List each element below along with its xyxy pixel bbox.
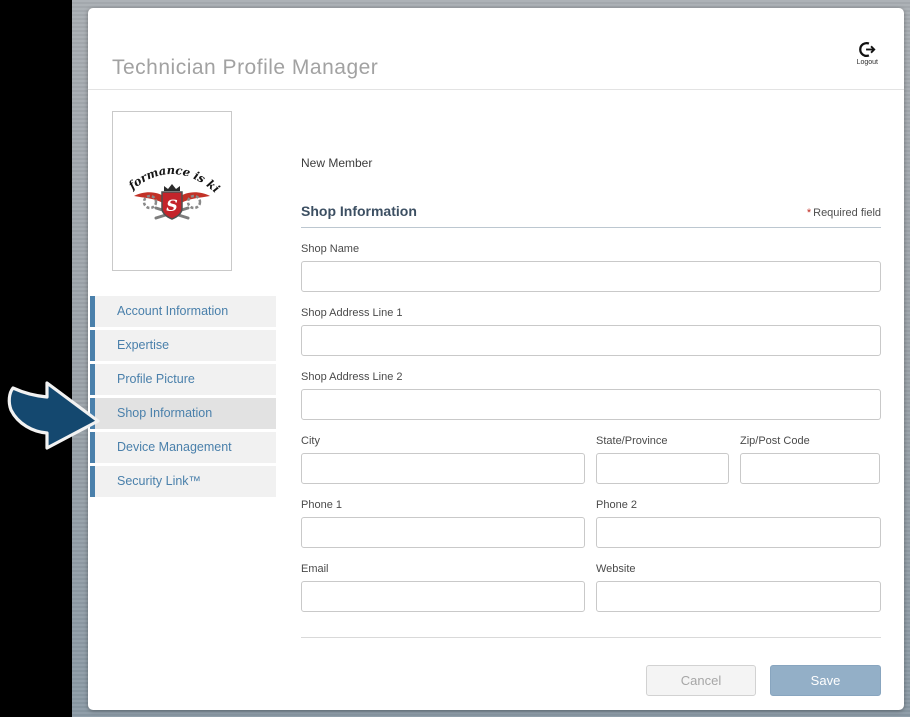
city-field-group: City — [301, 435, 585, 484]
section-title: Shop Information — [301, 203, 417, 219]
save-button[interactable]: Save — [770, 665, 881, 696]
shop-information-form: New Member Shop Information *Required fi… — [301, 148, 881, 696]
profile-manager-dialog: Technician Profile Manager Logout perfor… — [88, 8, 904, 710]
member-status: New Member — [301, 148, 881, 170]
sidebar-item-account-information[interactable]: Account Information — [90, 296, 276, 327]
website-input[interactable] — [596, 581, 881, 612]
address1-label: Shop Address Line 1 — [301, 307, 881, 319]
footer-divider — [301, 637, 881, 638]
dialog-header: Technician Profile Manager Logout — [88, 8, 904, 90]
phone2-input[interactable] — [596, 517, 881, 548]
logo-shield-letter: S — [166, 196, 178, 215]
phone2-label: Phone 2 — [596, 499, 881, 511]
cancel-button[interactable]: Cancel — [646, 665, 756, 696]
logo-crown — [164, 184, 180, 191]
annotation-arrow-icon — [4, 377, 104, 460]
zip-label: Zip/Post Code — [740, 435, 880, 447]
email-website-row: Email Website — [301, 563, 881, 612]
required-asterisk: * — [807, 207, 811, 219]
state-field-group: State/Province — [596, 435, 729, 484]
website-field-group: Website — [596, 563, 881, 612]
city-label: City — [301, 435, 585, 447]
sidebar-item-profile-picture[interactable]: Profile Picture — [90, 364, 276, 395]
website-label: Website — [596, 563, 881, 575]
shop-name-field-group: Shop Name — [301, 243, 881, 292]
required-field-note: *Required field — [807, 207, 881, 219]
shop-name-input[interactable] — [301, 261, 881, 292]
logo-right-wing — [179, 192, 210, 203]
shop-logo: performance is king S — [120, 152, 224, 230]
form-actions: Cancel Save — [301, 665, 881, 696]
email-field-group: Email — [301, 563, 585, 612]
phone1-label: Phone 1 — [301, 499, 585, 511]
phone1-field-group: Phone 1 — [301, 499, 585, 548]
sidebar-item-security-link[interactable]: Security Link™ — [90, 466, 276, 497]
phone1-input[interactable] — [301, 517, 585, 548]
section-header: Shop Information *Required field — [301, 203, 881, 228]
sidebar-nav: Account Information Expertise Profile Pi… — [90, 296, 276, 500]
sidebar-item-expertise[interactable]: Expertise — [90, 330, 276, 361]
email-label: Email — [301, 563, 585, 575]
page-title: Technician Profile Manager — [112, 56, 378, 80]
profile-picture-box: performance is king S — [112, 111, 232, 271]
zip-input[interactable] — [740, 453, 880, 484]
logout-label: Logout — [857, 59, 878, 66]
city-input[interactable] — [301, 453, 585, 484]
shop-name-label: Shop Name — [301, 243, 881, 255]
zip-field-group: Zip/Post Code — [740, 435, 880, 484]
sidebar-item-device-management[interactable]: Device Management — [90, 432, 276, 463]
sidebar-item-shop-information[interactable]: Shop Information — [90, 398, 276, 429]
address2-field-group: Shop Address Line 2 — [301, 371, 881, 420]
phones-row: Phone 1 Phone 2 — [301, 499, 881, 548]
address2-label: Shop Address Line 2 — [301, 371, 881, 383]
phone2-field-group: Phone 2 — [596, 499, 881, 548]
logo-left-wing — [134, 192, 165, 203]
logout-icon — [857, 41, 878, 58]
city-state-zip-row: City State/Province Zip/Post Code — [301, 435, 881, 484]
state-label: State/Province — [596, 435, 729, 447]
address1-input[interactable] — [301, 325, 881, 356]
address2-input[interactable] — [301, 389, 881, 420]
address1-field-group: Shop Address Line 1 — [301, 307, 881, 356]
email-input[interactable] — [301, 581, 585, 612]
state-input[interactable] — [596, 453, 729, 484]
logout-button[interactable]: Logout — [857, 41, 878, 66]
